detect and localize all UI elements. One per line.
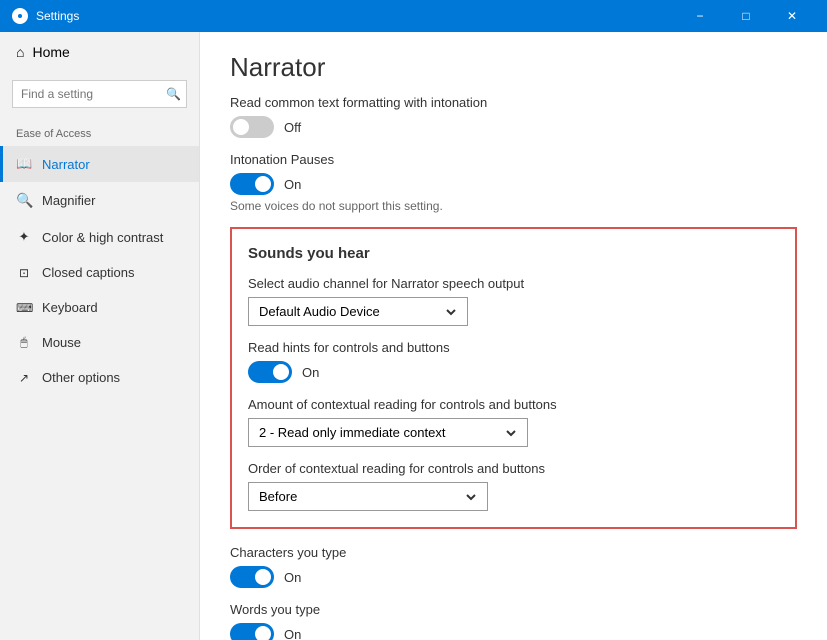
words-setting: Words you type On (230, 602, 797, 640)
audio-channel-dropdown[interactable]: Default Audio Device (248, 297, 468, 326)
read-hints-toggle-text: On (302, 365, 319, 380)
sidebar-item-other[interactable]: ↗ Other options (0, 360, 199, 395)
color-icon: ✦ (16, 229, 32, 245)
words-label: Words you type (230, 602, 797, 617)
keyboard-label: Keyboard (42, 300, 98, 315)
sounds-section: Sounds you hear Select audio channel for… (230, 227, 797, 529)
narrator-icon: 📖 (16, 156, 32, 172)
words-toggle[interactable] (230, 623, 274, 640)
common-format-toggle[interactable] (230, 116, 274, 138)
sidebar-item-keyboard[interactable]: ⌨ Keyboard (0, 290, 199, 325)
contextual-order-dropdown[interactable]: Before (248, 482, 488, 511)
keyboard-icon: ⌨ (16, 301, 32, 315)
home-icon: ⌂ (16, 44, 24, 60)
sidebar-item-captions[interactable]: ⊡ Closed captions (0, 255, 199, 290)
other-label: Other options (42, 370, 120, 385)
maximize-button[interactable]: □ (723, 0, 769, 32)
search-input[interactable] (12, 80, 187, 108)
sidebar-item-home[interactable]: ⌂ Home (0, 32, 199, 72)
search-icon: 🔍 (166, 87, 181, 101)
content-area: Narrator Read common text formatting wit… (200, 32, 827, 640)
characters-toggle-row: On (230, 566, 797, 588)
intonation-knob (255, 176, 271, 192)
contextual-order-value: Before (259, 489, 297, 504)
color-label: Color & high contrast (42, 230, 163, 245)
title-bar-left: Settings (12, 8, 79, 24)
sounds-title: Sounds you hear (248, 245, 779, 262)
window-controls: − □ ✕ (677, 0, 815, 32)
characters-label: Characters you type (230, 545, 797, 560)
captions-label: Closed captions (42, 265, 135, 280)
intonation-setting: Intonation Pauses On Some voices do not … (230, 152, 797, 213)
magnifier-label: Magnifier (42, 193, 95, 208)
home-label: Home (32, 44, 69, 60)
common-format-toggle-row: Off (230, 116, 797, 138)
characters-toggle[interactable] (230, 566, 274, 588)
minimize-button[interactable]: − (677, 0, 723, 32)
contextual-amount-value: 2 - Read only immediate context (259, 425, 445, 440)
common-format-toggle-text: Off (284, 120, 301, 135)
contextual-amount-chevron-icon (505, 427, 517, 439)
contextual-amount-dropdown[interactable]: 2 - Read only immediate context (248, 418, 528, 447)
sidebar-item-color[interactable]: ✦ Color & high contrast (0, 219, 199, 255)
intonation-label: Intonation Pauses (230, 152, 797, 167)
characters-setting: Characters you type On (230, 545, 797, 588)
title-text: Settings (36, 9, 79, 23)
settings-icon (12, 8, 28, 24)
read-hints-label: Read hints for controls and buttons (248, 340, 779, 355)
common-format-setting: Read common text formatting with intonat… (230, 95, 797, 138)
characters-knob (255, 569, 271, 585)
audio-channel-value: Default Audio Device (259, 304, 380, 319)
sidebar: ⌂ Home 🔍 Ease of Access 📖 Narrator 🔍 Mag… (0, 32, 200, 640)
read-hints-knob (273, 364, 289, 380)
intonation-note: Some voices do not support this setting. (230, 199, 797, 213)
characters-toggle-text: On (284, 570, 301, 585)
other-icon: ↗ (16, 371, 32, 385)
words-knob (255, 626, 271, 640)
intonation-toggle-text: On (284, 177, 301, 192)
captions-icon: ⊡ (16, 266, 32, 280)
search-container: 🔍 (12, 80, 187, 108)
words-toggle-row: On (230, 623, 797, 640)
contextual-order-chevron-icon (465, 491, 477, 503)
sidebar-item-mouse[interactable]: 🖱 Mouse (0, 325, 199, 360)
mouse-label: Mouse (42, 335, 81, 350)
app-container: ⌂ Home 🔍 Ease of Access 📖 Narrator 🔍 Mag… (0, 32, 827, 640)
narrator-label: Narrator (42, 157, 90, 172)
audio-channel-label: Select audio channel for Narrator speech… (248, 276, 779, 291)
intonation-toggle[interactable] (230, 173, 274, 195)
close-button[interactable]: ✕ (769, 0, 815, 32)
common-format-knob (233, 119, 249, 135)
dropdown-chevron-icon (445, 306, 457, 318)
sidebar-item-narrator[interactable]: 📖 Narrator (0, 146, 199, 182)
contextual-amount-label: Amount of contextual reading for control… (248, 397, 779, 412)
read-hints-toggle-row: On (248, 361, 779, 383)
common-format-label: Read common text formatting with intonat… (230, 95, 797, 110)
magnifier-icon: 🔍 (16, 192, 32, 209)
mouse-icon: 🖱 (16, 335, 32, 350)
page-title: Narrator (230, 52, 797, 83)
sidebar-section-title: Ease of Access (0, 116, 199, 146)
read-hints-toggle[interactable] (248, 361, 292, 383)
sidebar-item-magnifier[interactable]: 🔍 Magnifier (0, 182, 199, 219)
title-bar: Settings − □ ✕ (0, 0, 827, 32)
words-toggle-text: On (284, 627, 301, 640)
intonation-toggle-row: On (230, 173, 797, 195)
contextual-order-label: Order of contextual reading for controls… (248, 461, 779, 476)
